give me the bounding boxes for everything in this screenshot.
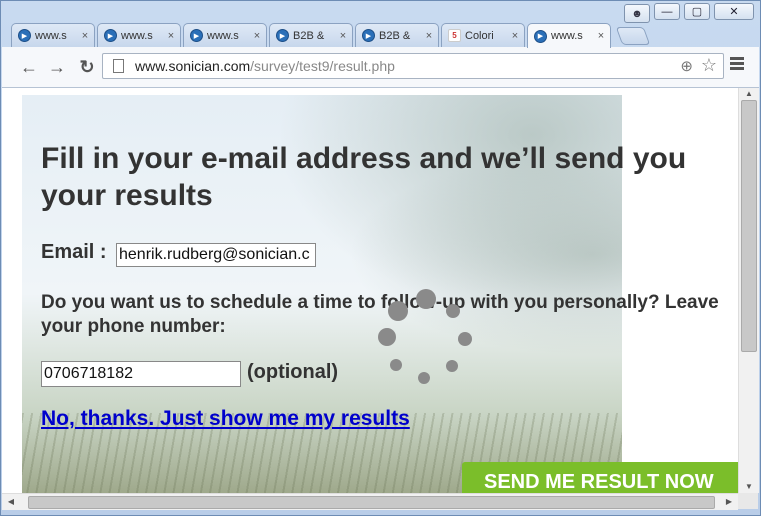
- play-circle-icon: ▶: [18, 29, 31, 42]
- user-profile-icon[interactable]: ☻: [624, 4, 650, 23]
- play-circle-icon: ▶: [534, 29, 547, 43]
- minimize-button[interactable]: —: [654, 3, 680, 20]
- vertical-scrollbar[interactable]: ▲ ▼: [738, 88, 759, 493]
- tab-close-icon[interactable]: ×: [338, 30, 348, 42]
- horizontal-scroll-thumb[interactable]: [28, 496, 715, 509]
- tab-label: www.s: [35, 29, 67, 42]
- window-controls: — ▢ ✕: [654, 3, 754, 20]
- play-circle-icon: ▶: [104, 29, 117, 42]
- phone-field[interactable]: 0706718182: [41, 361, 241, 387]
- play-circle-icon: ▶: [276, 29, 289, 42]
- browser-tab[interactable]: ▶ www.s ×: [183, 23, 267, 47]
- skip-results-link[interactable]: No, thanks. Just show me my results: [41, 407, 410, 431]
- address-bar[interactable]: www.sonician.com/survey/test9/result.php…: [102, 53, 724, 79]
- maximize-button[interactable]: ▢: [684, 3, 710, 20]
- new-tab-button[interactable]: [615, 27, 651, 45]
- vertical-scroll-thumb[interactable]: [741, 100, 757, 352]
- menu-icon[interactable]: [730, 57, 744, 73]
- tab-close-icon[interactable]: ×: [424, 30, 434, 42]
- tab-close-icon[interactable]: ×: [596, 30, 606, 42]
- optional-label: (optional): [247, 361, 339, 383]
- tab-close-icon[interactable]: ×: [510, 30, 520, 42]
- browser-toolbar: ← → ↻ www.sonician.com/survey/test9/resu…: [2, 47, 759, 88]
- scroll-up-arrow-icon[interactable]: ▲: [739, 88, 759, 100]
- html5-icon: 5: [448, 29, 461, 42]
- email-label: Email :: [41, 241, 107, 263]
- scroll-right-arrow-icon[interactable]: ▶: [722, 494, 736, 510]
- email-field[interactable]: henrik.rudberg@sonician.c: [116, 243, 316, 267]
- tab-label: www.s: [121, 29, 153, 42]
- bookmark-star-icon[interactable]: ☆: [701, 55, 717, 76]
- browser-tab[interactable]: ▶ www.s ×: [11, 23, 95, 47]
- tab-close-icon[interactable]: ×: [252, 30, 262, 42]
- tab-label: www.s: [207, 29, 239, 42]
- send-results-button[interactable]: SEND ME RESULT NOW: [462, 462, 738, 493]
- browser-window: ☻ — ▢ ✕ ▶ www.s × ▶ www.s × ▶ www.s × ▶ …: [0, 0, 761, 516]
- tab-strip: ▶ www.s × ▶ www.s × ▶ www.s × ▶ B2B & × …: [11, 23, 661, 48]
- tab-close-icon[interactable]: ×: [166, 30, 176, 42]
- forward-arrow-icon[interactable]: →: [46, 56, 68, 78]
- browser-tab[interactable]: ▶ B2B & ×: [269, 23, 353, 47]
- address-url: www.sonician.com/survey/test9/result.php: [135, 58, 395, 74]
- close-window-button[interactable]: ✕: [714, 3, 754, 20]
- scroll-left-arrow-icon[interactable]: ◀: [4, 494, 18, 510]
- page-headline: Fill in your e-mail address and we’ll se…: [41, 142, 687, 212]
- browser-tab[interactable]: ▶ B2B & ×: [355, 23, 439, 47]
- play-circle-icon: ▶: [362, 29, 375, 42]
- browser-tab[interactable]: ▶ www.s ×: [97, 23, 181, 47]
- back-arrow-icon[interactable]: ←: [18, 56, 40, 78]
- browser-tab-active[interactable]: ▶ www.s ×: [527, 23, 611, 48]
- tab-label: B2B &: [379, 29, 411, 42]
- tab-label: B2B &: [293, 29, 325, 42]
- reload-icon[interactable]: ↻: [76, 56, 98, 78]
- horizontal-scrollbar[interactable]: ◀ ▶: [2, 493, 738, 510]
- page-content: Fill in your e-mail address and we’ll se…: [2, 88, 738, 493]
- tab-close-icon[interactable]: ×: [80, 30, 90, 42]
- scroll-down-arrow-icon[interactable]: ▼: [739, 481, 759, 493]
- url-host: www.sonician.com: [135, 58, 251, 74]
- play-circle-icon: ▶: [190, 29, 203, 42]
- browser-tab[interactable]: 5 Colori ×: [441, 23, 525, 47]
- zoom-icon[interactable]: ⊕: [680, 57, 693, 75]
- scrollbar-corner: [738, 493, 758, 509]
- tab-label: Colori: [465, 29, 494, 42]
- loading-spinner-icon: [378, 288, 472, 384]
- page-icon: [113, 59, 124, 73]
- tab-label: www.s: [551, 30, 583, 42]
- url-path: /survey/test9/result.php: [250, 58, 395, 74]
